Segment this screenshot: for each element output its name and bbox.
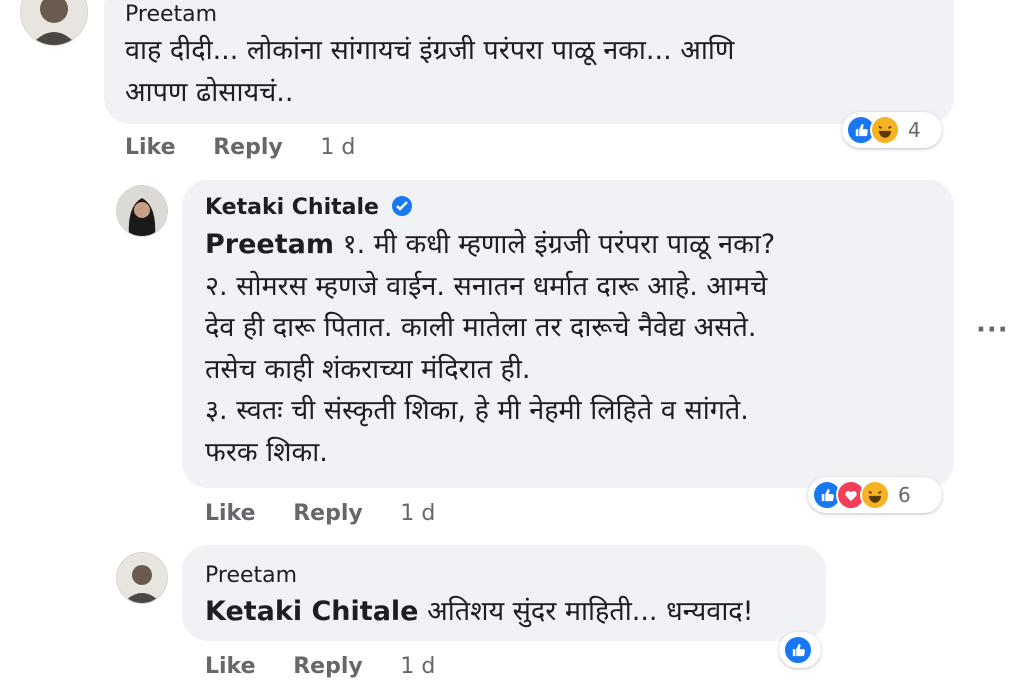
comment-actions: Like Reply 1 d bbox=[205, 654, 435, 679]
like-button[interactable]: Like bbox=[125, 135, 176, 160]
reply-button[interactable]: Reply bbox=[293, 501, 363, 526]
comment-line: २. सोमरस म्हणजे वाईन. सनातन धर्मात दारू … bbox=[205, 270, 768, 302]
reaction-summary[interactable]: 6 bbox=[808, 477, 942, 513]
comment-line: फरक शिका. bbox=[205, 436, 328, 468]
comment-line: आपण ढोसायचं.. bbox=[125, 76, 294, 108]
comment-text: Ketaki Chitale अतिशय सुंदर माहिती... धन्… bbox=[205, 591, 753, 633]
comment-actions: Like Reply 1 d bbox=[125, 135, 355, 160]
avatar[interactable] bbox=[20, 0, 88, 46]
reply-button[interactable]: Reply bbox=[213, 135, 283, 160]
verified-badge-icon bbox=[391, 196, 412, 216]
reaction-summary[interactable]: 4 bbox=[842, 112, 942, 148]
comment-author[interactable]: Preetam bbox=[125, 2, 217, 27]
reaction-count: 4 bbox=[908, 118, 921, 142]
comment-line: Preetam १. मी कधी म्हणाले इंग्रजी परंपरा… bbox=[205, 229, 776, 260]
comment-text: Preetam १. मी कधी म्हणाले इंग्रजी परंपरा… bbox=[205, 224, 775, 473]
comment-actions: Like Reply 1 d bbox=[205, 501, 435, 526]
comment-author[interactable]: Ketaki Chitale bbox=[205, 195, 413, 220]
mention-link[interactable]: Preetam bbox=[205, 229, 334, 260]
like-button[interactable]: Like bbox=[205, 654, 256, 679]
avatar[interactable] bbox=[116, 552, 168, 604]
like-icon bbox=[783, 635, 813, 665]
comment-line: Ketaki Chitale अतिशय सुंदर माहिती... धन्… bbox=[205, 596, 754, 627]
comment-text: वाह दीदी... लोकांना सांगायचं इंग्रजी परं… bbox=[125, 30, 734, 113]
comment-line: वाह दीदी... लोकांना सांगायचं इंग्रजी परं… bbox=[125, 35, 735, 66]
comment-timestamp[interactable]: 1 d bbox=[320, 135, 355, 160]
comment-timestamp[interactable]: 1 d bbox=[400, 654, 435, 679]
comment-author[interactable]: Preetam bbox=[205, 563, 297, 588]
more-options-icon[interactable]: ··· bbox=[976, 315, 1009, 345]
mention-link[interactable]: Ketaki Chitale bbox=[205, 596, 418, 627]
reaction-count: 6 bbox=[898, 483, 911, 507]
avatar[interactable] bbox=[116, 185, 168, 237]
comment-timestamp[interactable]: 1 d bbox=[400, 501, 435, 526]
haha-icon bbox=[860, 480, 890, 510]
reaction-summary[interactable] bbox=[779, 632, 821, 668]
comment-line: तसेच काही शंकराच्या मंदिरात ही. bbox=[205, 353, 531, 385]
like-button[interactable]: Like bbox=[205, 501, 256, 526]
haha-icon bbox=[870, 115, 900, 145]
comment-line: ३. स्वतः ची संस्कृती शिका, हे मी नेहमी ल… bbox=[205, 395, 749, 426]
reply-button[interactable]: Reply bbox=[293, 654, 363, 679]
comment-line: देव ही दारू पितात. काली मातेला तर दारूचे… bbox=[205, 312, 757, 343]
